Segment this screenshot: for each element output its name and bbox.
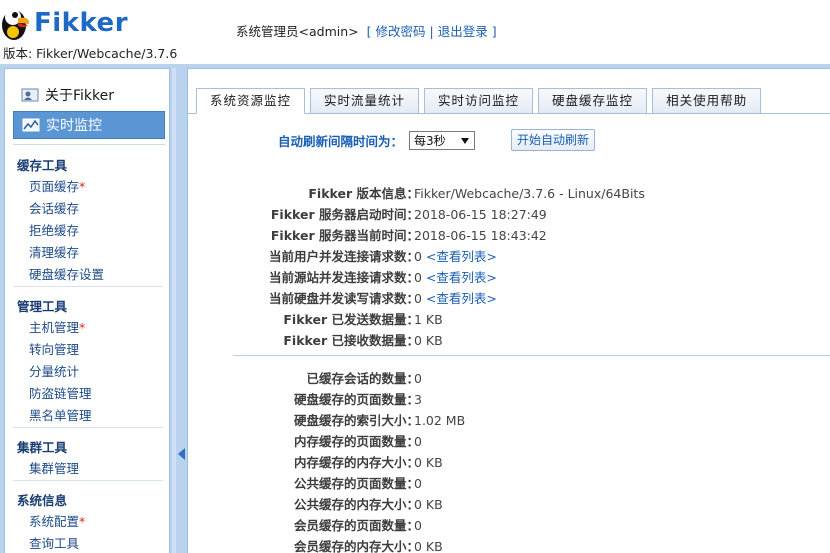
info-row: 硬盘缓存的索引大小： 1.02 MB bbox=[293, 413, 466, 428]
info-row: Fikker 服务器当前时间： 2018-06-15 18:43:42 bbox=[270, 228, 547, 243]
collapse-arrow-icon[interactable] bbox=[178, 448, 185, 460]
nav-monitor-label: 实时监控 bbox=[46, 118, 102, 134]
info-row: 当前源站并发连接请求数： 0 <查看列表> bbox=[268, 270, 497, 285]
sidebar-item-disk-cache-settings[interactable]: 硬盘缓存设置 bbox=[5, 264, 169, 286]
section-title: 集群工具 bbox=[17, 440, 68, 455]
view-user-connections-link[interactable]: <查看列表> bbox=[426, 249, 497, 264]
refresh-interval-select[interactable]: 每3秒 bbox=[409, 130, 476, 150]
section-divider bbox=[13, 480, 163, 481]
divider: | bbox=[429, 24, 434, 39]
sidebar-item-reject-cache[interactable]: 拒绝缓存 bbox=[5, 220, 169, 242]
info-row: 会员缓存的内存大小： 0 KB bbox=[293, 539, 443, 553]
info-row: Fikker 已接收数据量： 0 KB bbox=[283, 333, 443, 348]
info-row: Fikker 版本信息： Fikker/Webcache/3.7.6 - Linu… bbox=[308, 186, 645, 201]
info-divider bbox=[233, 355, 830, 356]
sidebar-item-host-management[interactable]: 主机管理* bbox=[5, 317, 169, 339]
sidebar-item-hotlink-protection[interactable]: 防盗链管理 bbox=[5, 383, 169, 405]
server-info-list: Fikker 版本信息： Fikker/Webcache/3.7.6 - Linu… bbox=[188, 183, 830, 351]
tab-access-monitor[interactable]: 实时访问监控 bbox=[424, 88, 534, 114]
section-divider bbox=[13, 427, 163, 428]
logo-text: Fikker bbox=[34, 8, 129, 38]
info-row: 当前用户并发连接请求数： 0 <查看列表> bbox=[268, 249, 497, 264]
tab-disk-cache-monitor[interactable]: 硬盘缓存监控 bbox=[538, 88, 648, 114]
nav-realtime-monitor[interactable]: 实时监控 bbox=[13, 111, 165, 139]
sidebar-item-cluster-management[interactable]: 集群管理 bbox=[5, 458, 169, 480]
sidebar-item-query-tools[interactable]: 查询工具 bbox=[5, 533, 169, 553]
start-auto-refresh-button[interactable]: 开始自动刷新 bbox=[511, 129, 596, 151]
info-row: 公共缓存的内存大小： 0 KB bbox=[293, 497, 443, 512]
info-row: Fikker 已发送数据量： 1 KB bbox=[283, 312, 443, 327]
monitor-chart-icon bbox=[22, 118, 40, 132]
section-divider bbox=[13, 286, 163, 287]
view-origin-connections-link[interactable]: <查看列表> bbox=[426, 270, 497, 285]
user-card-icon bbox=[21, 88, 39, 102]
section-title: 管理工具 bbox=[17, 299, 68, 314]
tab-bar: 系统资源监控 实时流量统计 实时访问监控 硬盘缓存监控 相关使用帮助 bbox=[196, 88, 766, 114]
section-cluster-tools: 集群工具 集群管理 bbox=[5, 438, 169, 481]
bracket-open: [ bbox=[366, 24, 372, 39]
section-cache-tools: 缓存工具 页面缓存* 会话缓存 拒绝缓存 清理缓存 硬盘缓存设置 bbox=[5, 156, 169, 287]
cache-info-list: 已缓存会话的数量： 0 硬盘缓存的页面数量： 3 硬盘缓存的索引大小： 1.02 MB… bbox=[188, 368, 830, 553]
sidebar-separator bbox=[13, 144, 165, 145]
section-title: 缓存工具 bbox=[17, 158, 68, 173]
view-disk-io-link[interactable]: <查看列表> bbox=[426, 291, 497, 306]
section-management-tools: 管理工具 主机管理* 转向管理 分量统计 防盗链管理 黑名单管理 bbox=[5, 297, 169, 428]
bracket-close: ] bbox=[491, 24, 497, 39]
content-panel: 系统资源监控 实时流量统计 实时访问监控 硬盘缓存监控 相关使用帮助 自动刷新间… bbox=[187, 68, 830, 553]
app-header: Fikker 版本: Fikker/Webcache/3.7.6 系统管理员<a… bbox=[0, 0, 830, 64]
info-row: 当前硬盘并发读写请求数： 0 <查看列表> bbox=[268, 291, 497, 306]
sidebar-top-nav: 关于Fikker 实时监控 bbox=[13, 81, 165, 139]
info-row: 会员缓存的页面数量： 0 bbox=[293, 518, 422, 533]
sidebar-item-system-config[interactable]: 系统配置* bbox=[5, 511, 169, 533]
sidebar-item-session-cache[interactable]: 会话缓存 bbox=[5, 198, 169, 220]
info-row: 公共缓存的页面数量： 0 bbox=[293, 476, 422, 491]
section-system-info: 系统信息 系统配置* 查询工具 bbox=[5, 491, 169, 553]
tab-traffic-stats[interactable]: 实时流量统计 bbox=[310, 88, 420, 114]
nav-about-label: 关于Fikker bbox=[45, 88, 115, 104]
info-row: 硬盘缓存的页面数量： 3 bbox=[293, 392, 422, 407]
tab-help[interactable]: 相关使用帮助 bbox=[652, 88, 762, 114]
logout-link[interactable]: 退出登录 bbox=[438, 24, 488, 39]
toucan-logo-icon bbox=[2, 9, 30, 40]
refresh-interval-label: 自动刷新间隔时间为： bbox=[278, 133, 404, 149]
info-row: Fikker 服务器启动时间： 2018-06-15 18:27:49 bbox=[270, 207, 547, 222]
sidebar-item-blacklist[interactable]: 黑名单管理 bbox=[5, 405, 169, 427]
sidebar-item-page-cache[interactable]: 页面缓存* bbox=[5, 176, 169, 198]
sidebar-toggle-strip[interactable] bbox=[172, 68, 176, 553]
refresh-row: 自动刷新间隔时间为： 每3秒 开始自动刷新 bbox=[278, 129, 596, 151]
version-label: 版本: Fikker/Webcache/3.7.6 bbox=[3, 46, 178, 61]
info-row: 内存缓存的页面数量： 0 bbox=[293, 434, 422, 449]
section-title: 系统信息 bbox=[17, 493, 68, 508]
sidebar: 关于Fikker 实时监控 缓存工具 页面缓存* 会话缓存 拒绝缓存 清理缓存 … bbox=[4, 68, 170, 553]
sidebar-item-traffic-stats[interactable]: 分量统计 bbox=[5, 361, 169, 383]
admin-user-label: 系统管理员<admin> bbox=[236, 24, 359, 39]
sidebar-item-clear-cache[interactable]: 清理缓存 bbox=[5, 242, 169, 264]
refresh-interval-value: 每3秒 bbox=[414, 133, 446, 148]
info-row: 已缓存会话的数量： 0 bbox=[306, 371, 422, 386]
info-row: 内存缓存的内存大小： 0 KB bbox=[293, 455, 443, 470]
nav-about-fikker[interactable]: 关于Fikker bbox=[13, 81, 165, 109]
chevron-down-icon bbox=[461, 137, 470, 144]
change-password-link[interactable]: 修改密码 bbox=[376, 24, 426, 39]
tab-system-resource[interactable]: 系统资源监控 bbox=[196, 88, 306, 114]
user-bar: 系统管理员<admin> [ 修改密码 | 退出登录] bbox=[236, 21, 501, 40]
main-frame: 关于Fikker 实时监控 缓存工具 页面缓存* 会话缓存 拒绝缓存 清理缓存 … bbox=[0, 64, 830, 553]
sidebar-item-redirect-management[interactable]: 转向管理 bbox=[5, 339, 169, 361]
